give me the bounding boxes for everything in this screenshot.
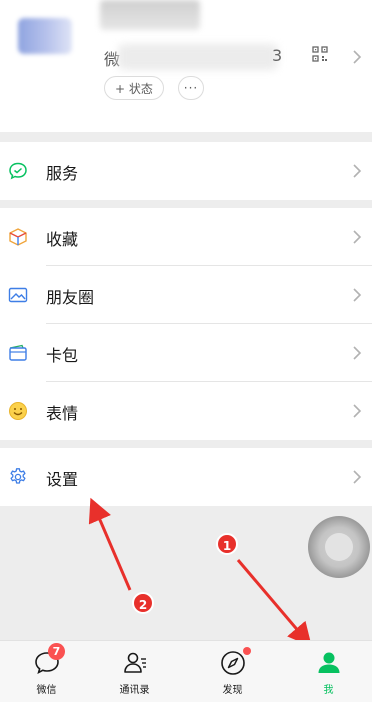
menu-item-card-wallet[interactable]: 卡包 bbox=[0, 324, 372, 382]
bottom-tab-bar: 7 微信 通讯录 发现 我 bbox=[0, 640, 372, 702]
favorites-icon bbox=[9, 228, 27, 246]
chevron-right-icon bbox=[353, 230, 362, 244]
menu-group-services: 服务 bbox=[0, 142, 372, 200]
chevron-right-icon bbox=[353, 346, 362, 360]
annotation-arrow-1 bbox=[236, 559, 312, 647]
menu-item-label: 表情 bbox=[46, 404, 79, 423]
tab-contacts[interactable]: 通讯录 bbox=[88, 641, 181, 702]
menu-item-label: 服务 bbox=[46, 164, 79, 183]
menu-item-settings[interactable]: 设置 bbox=[0, 448, 372, 506]
tab-label: 我 bbox=[323, 685, 334, 696]
menu-item-label: 收藏 bbox=[46, 230, 79, 249]
menu-item-moments[interactable]: 朋友圈 bbox=[0, 266, 372, 324]
tab-chats[interactable]: 7 微信 bbox=[0, 641, 93, 702]
status-button[interactable]: + 状态 bbox=[104, 76, 164, 100]
tab-label: 通讯录 bbox=[119, 685, 150, 696]
contacts-icon bbox=[123, 652, 146, 673]
annotation-arrow-2 bbox=[88, 497, 132, 591]
menu-item-label: 卡包 bbox=[46, 346, 79, 365]
annotation-marker-1: 1 bbox=[216, 533, 238, 555]
more-label: ··· bbox=[183, 81, 199, 95]
menu-item-services[interactable]: 服务 bbox=[0, 142, 372, 200]
tab-label: 微信 bbox=[36, 685, 57, 696]
qr-code-icon[interactable] bbox=[312, 46, 328, 62]
sticker-icon bbox=[9, 402, 27, 420]
floating-assistive-button[interactable] bbox=[308, 516, 370, 578]
annotation-marker-2: 2 bbox=[132, 592, 154, 614]
menu-item-label: 设置 bbox=[46, 470, 79, 489]
card-wallet-icon bbox=[9, 344, 27, 361]
menu-group-main: 收藏 朋友圈 卡包 表情 bbox=[0, 208, 372, 440]
unread-badge: 7 bbox=[48, 643, 65, 660]
wechat-id-suffix: 3 bbox=[272, 46, 283, 65]
notification-dot bbox=[243, 647, 251, 655]
me-person-icon bbox=[318, 652, 339, 673]
moments-icon bbox=[8, 287, 28, 303]
tab-discover[interactable]: 发现 bbox=[186, 641, 279, 702]
chevron-right-icon bbox=[353, 50, 362, 64]
service-icon bbox=[9, 162, 27, 180]
chevron-right-icon bbox=[353, 404, 362, 418]
tab-label: 发现 bbox=[222, 685, 243, 696]
menu-item-label: 朋友圈 bbox=[46, 288, 95, 307]
menu-item-stickers[interactable]: 表情 bbox=[0, 382, 372, 440]
chevron-right-icon bbox=[353, 164, 362, 178]
blurred-nickname bbox=[100, 0, 200, 30]
profile-header[interactable]: 微 3 + 状态 ··· bbox=[0, 0, 372, 132]
avatar[interactable] bbox=[18, 18, 72, 54]
settings-gear-icon bbox=[10, 468, 26, 484]
compass-icon bbox=[220, 651, 245, 675]
menu-group-settings: 设置 bbox=[0, 448, 372, 506]
blurred-wechat-id bbox=[118, 44, 278, 70]
menu-item-favorites[interactable]: 收藏 bbox=[0, 208, 372, 266]
status-label: + 状态 bbox=[115, 81, 153, 96]
more-button[interactable]: ··· bbox=[178, 76, 204, 100]
chevron-right-icon bbox=[353, 470, 362, 484]
chevron-right-icon bbox=[353, 288, 362, 302]
tab-me[interactable]: 我 bbox=[282, 641, 372, 702]
